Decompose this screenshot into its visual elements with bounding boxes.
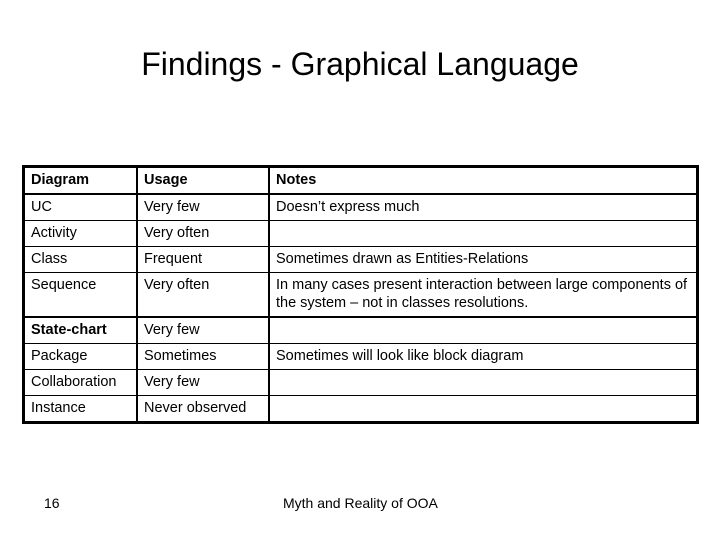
table-row: Activity Very often [23,220,698,247]
cell-usage: Never observed [136,395,270,423]
cell-usage: Sometimes [136,343,270,370]
slide-number: 16 [44,495,60,511]
cell-diagram: Collaboration [23,369,138,396]
header-notes: Notes [268,166,698,195]
findings-table: Diagram Usage Notes UC Very few Doesn’t … [22,165,699,424]
cell-diagram: Activity [23,220,138,247]
cell-usage: Very often [136,220,270,247]
cell-notes [268,316,698,344]
cell-diagram: Sequence [23,272,138,318]
table-row: Collaboration Very few [23,369,698,396]
table-header-row: Diagram Usage Notes [23,166,698,195]
cell-diagram: Package [23,343,138,370]
cell-usage: Very few [136,369,270,396]
cell-usage: Frequent [136,246,270,273]
table-row: State-chart Very few [23,316,698,344]
cell-diagram: State-chart [23,316,138,344]
table-row: Instance Never observed [23,395,698,423]
cell-notes: Sometimes drawn as Entities-Relations [268,246,698,273]
cell-diagram: UC [23,193,138,221]
cell-notes [268,395,698,423]
header-diagram: Diagram [23,166,138,195]
cell-notes [268,220,698,247]
cell-notes: Sometimes will look like block diagram [268,343,698,370]
table-row: Sequence Very often In many cases presen… [23,272,698,318]
cell-notes: In many cases present interaction betwee… [268,272,698,318]
table-row: Package Sometimes Sometimes will look li… [23,343,698,370]
slide-title: Findings - Graphical Language [141,46,579,82]
table-row: UC Very few Doesn’t express much [23,193,698,221]
cell-notes [268,369,698,396]
footer-text: Myth and Reality of OOA [283,495,438,511]
cell-usage: Very few [136,193,270,221]
cell-usage: Very often [136,272,270,318]
cell-diagram: Instance [23,395,138,423]
cell-diagram: Class [23,246,138,273]
cell-notes: Doesn’t express much [268,193,698,221]
cell-usage: Very few [136,316,270,344]
header-usage: Usage [136,166,270,195]
table-row: Class Frequent Sometimes drawn as Entiti… [23,246,698,273]
